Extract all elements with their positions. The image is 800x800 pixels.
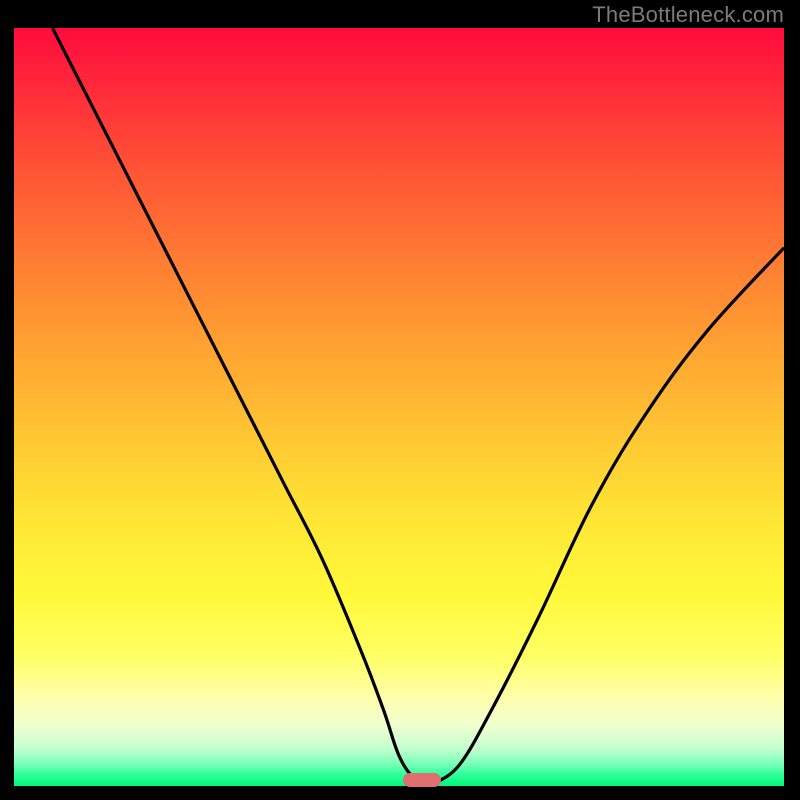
curve-path bbox=[53, 28, 785, 786]
plot-area bbox=[14, 28, 784, 786]
optimal-point-marker bbox=[403, 773, 441, 787]
attribution-text: TheBottleneck.com bbox=[592, 2, 784, 28]
bottleneck-curve bbox=[14, 28, 784, 786]
chart-frame: TheBottleneck.com bbox=[0, 0, 800, 800]
